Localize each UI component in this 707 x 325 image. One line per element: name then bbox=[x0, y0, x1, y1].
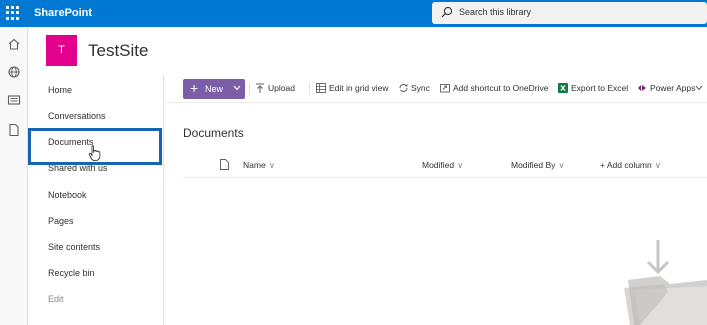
column-modified-by-label: Modified By bbox=[511, 160, 556, 170]
new-button-label: New bbox=[205, 84, 224, 94]
chevron-down-icon bbox=[695, 85, 703, 91]
nav-item-site-contents[interactable]: Site contents bbox=[48, 242, 100, 252]
home-icon[interactable] bbox=[7, 37, 21, 51]
export-excel-label: Export to Excel bbox=[571, 83, 629, 93]
grid-icon bbox=[316, 83, 326, 93]
app-name[interactable]: SharePoint bbox=[34, 7, 92, 19]
search-box[interactable]: Search this library bbox=[432, 2, 707, 24]
divider bbox=[249, 83, 250, 95]
add-column-button[interactable]: + Add column ∨ bbox=[600, 160, 661, 171]
power-apps-label: Power Apps bbox=[650, 83, 696, 93]
upload-icon bbox=[256, 83, 264, 93]
nav-item-home[interactable]: Home bbox=[48, 85, 72, 95]
power-apps-icon bbox=[638, 85, 646, 91]
app-rail bbox=[0, 27, 28, 325]
nav-item-recycle-bin[interactable]: Recycle bin bbox=[48, 268, 95, 278]
edit-grid-view-label: Edit in grid view bbox=[329, 83, 389, 93]
nav-item-notebook[interactable]: Notebook bbox=[48, 190, 87, 200]
shortcut-icon bbox=[440, 84, 450, 93]
nav-item-pages[interactable]: Pages bbox=[48, 216, 74, 226]
nav-item-edit[interactable]: Edit bbox=[48, 294, 64, 304]
site-logo[interactable]: T bbox=[46, 35, 77, 66]
search-icon bbox=[441, 6, 453, 18]
globe-icon[interactable] bbox=[7, 65, 21, 79]
column-header-row: Name ∨ Modified ∨ Modified By ∨ + Add colum… bbox=[183, 152, 707, 178]
chevron-down-icon: ∨ bbox=[654, 160, 661, 170]
column-modified-by[interactable]: Modified By ∨ bbox=[511, 160, 565, 171]
divider bbox=[309, 83, 310, 95]
add-column-label: + Add column bbox=[600, 160, 652, 170]
search-placeholder: Search this library bbox=[459, 7, 532, 17]
library-title: Documents bbox=[183, 126, 244, 140]
site-navigation: Home Conversations Documents Shared with… bbox=[28, 75, 164, 325]
file-type-icon[interactable] bbox=[220, 159, 229, 170]
news-icon[interactable] bbox=[7, 93, 21, 107]
column-modified-label: Modified bbox=[422, 160, 455, 170]
empty-folder-illustration bbox=[624, 240, 707, 325]
column-name-label: Name bbox=[243, 160, 266, 170]
files-icon[interactable] bbox=[7, 123, 21, 137]
nav-item-conversations[interactable]: Conversations bbox=[48, 111, 106, 121]
hand-cursor-icon bbox=[88, 145, 101, 161]
sync-icon bbox=[399, 84, 408, 92]
column-name[interactable]: Name ∨ bbox=[243, 160, 275, 171]
site-title[interactable]: TestSite bbox=[88, 41, 148, 61]
chevron-down-icon: ∨ bbox=[558, 160, 565, 170]
upload-label: Upload bbox=[268, 83, 295, 93]
chevron-down-icon: ∨ bbox=[268, 160, 275, 170]
command-bar: + New Upload Edit in grid view Sync Add … bbox=[165, 75, 707, 103]
excel-icon bbox=[558, 83, 568, 93]
chevron-down-icon: ∨ bbox=[457, 160, 464, 170]
app-launcher-icon[interactable] bbox=[6, 6, 20, 20]
chevron-down-icon bbox=[233, 85, 241, 91]
add-shortcut-label: Add shortcut to OneDrive bbox=[453, 83, 549, 93]
sync-label: Sync bbox=[411, 83, 430, 93]
column-modified[interactable]: Modified ∨ bbox=[422, 160, 463, 171]
suite-bar: SharePoint Search this library bbox=[0, 0, 707, 27]
new-button[interactable]: + New bbox=[183, 79, 245, 99]
plus-icon: + bbox=[190, 80, 199, 96]
